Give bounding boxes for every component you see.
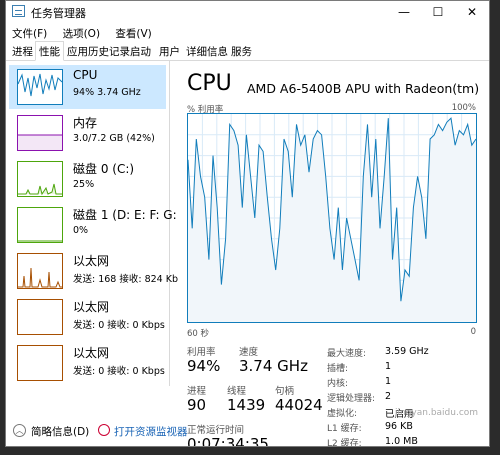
minimize-button[interactable]: — — [387, 1, 421, 23]
window-title: 任务管理器 — [31, 7, 86, 20]
sidebar-item-ethernet-3[interactable]: 以太网 发送: 0 接收: 0 Kbps — [9, 341, 166, 385]
sidebar-item-cpu-value: 94% 3.74 GHz — [73, 87, 141, 98]
cpu-heading: CPU — [187, 71, 232, 96]
sidebar-item-ethernet-2-label: 以太网 — [73, 300, 110, 314]
cpu-detail-panel: CPU AMD A6-5400B APU with Radeon(tm) % 利… — [179, 61, 484, 446]
ethernet3-thumbnail-graph — [17, 345, 63, 381]
sidebar-item-ethernet-2[interactable]: 以太网 发送: 0 接收: 0 Kbps — [9, 295, 166, 339]
sidebar-item-disk0-value: 25% — [73, 179, 95, 190]
graph-min-label: 0 — [470, 327, 476, 337]
cpu-utilization-graph — [187, 113, 477, 323]
graph-time-label: 60 秒 — [187, 329, 210, 339]
processes-value: 90 — [187, 396, 207, 414]
detail-value-logical-processors: 2 — [385, 391, 392, 402]
sidebar-item-memory[interactable]: 内存 3.0/7.2 GB (42%) — [9, 111, 166, 155]
detail-value-sockets: 1 — [385, 361, 392, 372]
tab-bar: 进程 性能 应用历史记录 启动 用户 详细信息 服务 — [6, 41, 489, 61]
tab-performance[interactable]: 性能 — [35, 41, 64, 61]
speed-label: 速度 — [239, 347, 259, 358]
tab-details[interactable]: 详细信息 — [186, 44, 228, 59]
resource-sidebar: CPU 94% 3.74 GHz 内存 3.0/7.2 GB (42%) 磁盘 … — [6, 61, 178, 386]
cpu-thumbnail-graph — [17, 69, 63, 105]
maximize-button[interactable]: ☐ — [421, 1, 455, 23]
sidebar-item-ethernet-1-value: 发送: 168 接收: 824 Kb — [73, 274, 179, 285]
tab-services[interactable]: 服务 — [231, 44, 252, 59]
sidebar-item-cpu[interactable]: CPU 94% 3.74 GHz — [9, 65, 166, 109]
handles-value: 44024 — [275, 396, 323, 414]
disk1-thumbnail-graph — [17, 207, 63, 243]
sidebar-item-ethernet-1-label: 以太网 — [73, 254, 110, 268]
resource-monitor-icon — [98, 424, 110, 436]
watermark: jingyan.baidu.com — [395, 408, 479, 418]
tab-app-history[interactable]: 应用历史记录 — [67, 44, 130, 59]
menu-file[interactable]: 文件(F) — [6, 23, 53, 41]
sidebar-item-ethernet-2-value: 发送: 0 接收: 0 Kbps — [73, 320, 165, 331]
cpu-model-name: AMD A6-5400B APU with Radeon(tm) — [247, 81, 480, 96]
sidebar-item-disk1-label: 磁盘 1 (D: E: F: G: — [73, 208, 177, 222]
task-manager-window: 任务管理器 — ☐ ✕ 文件(F) 选项(O) 查看(V) 进程 性能 应用历史… — [5, 0, 490, 447]
detail-label-cores: 内核: — [327, 379, 349, 389]
sidebar-item-memory-label: 内存 — [73, 116, 98, 130]
tab-processes[interactable]: 进程 — [12, 44, 33, 59]
sidebar-item-disk0-label: 磁盘 0 (C:) — [73, 162, 135, 176]
disk0-thumbnail-graph — [17, 161, 63, 197]
threads-value: 1439 — [227, 396, 266, 414]
detail-value-cores: 1 — [385, 376, 392, 387]
detail-label-max-speed: 最大速度: — [327, 349, 367, 359]
threads-label: 线程 — [227, 386, 247, 397]
open-resource-monitor-link[interactable]: 打开资源监视器 — [114, 424, 188, 439]
sidebar-item-ethernet-3-label: 以太网 — [73, 346, 110, 360]
menu-view[interactable]: 查看(V) — [109, 23, 157, 41]
title-bar: 任务管理器 — ☐ ✕ — [6, 1, 489, 23]
utilization-label: 利用率 — [187, 347, 216, 358]
close-button[interactable]: ✕ — [455, 1, 489, 23]
collapse-icon[interactable]: ︿ — [13, 424, 26, 437]
fewer-details-button[interactable]: 简略信息(D) — [31, 424, 89, 439]
tab-startup[interactable]: 启动 — [130, 44, 151, 59]
handles-label: 句柄 — [275, 386, 295, 397]
sidebar-item-ethernet-1[interactable]: 以太网 发送: 168 接收: 824 Kb — [9, 249, 178, 293]
utilization-value: 94% — [187, 357, 221, 375]
sidebar-item-disk0[interactable]: 磁盘 0 (C:) 25% — [9, 157, 166, 201]
graph-max-label: 100% — [451, 103, 476, 113]
sidebar-item-ethernet-3-value: 发送: 0 接收: 0 Kbps — [73, 366, 165, 377]
detail-value-max-speed: 3.59 GHz — [385, 346, 429, 357]
sidebar-item-cpu-label: CPU — [73, 68, 98, 82]
detail-label-sockets: 插槽: — [327, 364, 349, 374]
menu-bar: 文件(F) 选项(O) 查看(V) — [6, 23, 489, 41]
sidebar-item-disk1-value: 0% — [73, 225, 89, 236]
memory-thumbnail-graph — [17, 115, 63, 151]
tab-users[interactable]: 用户 — [159, 44, 180, 59]
speed-value: 3.74 GHz — [239, 357, 308, 375]
processes-label: 进程 — [187, 386, 207, 397]
detail-label-logical-processors: 逻辑处理器: — [327, 394, 376, 404]
ethernet2-thumbnail-graph — [17, 299, 63, 335]
footer-bar: ︿ 简略信息(D) 打开资源监视器 — [6, 418, 489, 446]
task-manager-icon — [12, 5, 25, 17]
ethernet1-thumbnail-graph — [17, 253, 63, 289]
menu-options[interactable]: 选项(O) — [57, 23, 106, 41]
sidebar-item-memory-value: 3.0/7.2 GB (42%) — [73, 133, 155, 144]
sidebar-item-disk1[interactable]: 磁盘 1 (D: E: F: G: 0% — [9, 203, 177, 247]
